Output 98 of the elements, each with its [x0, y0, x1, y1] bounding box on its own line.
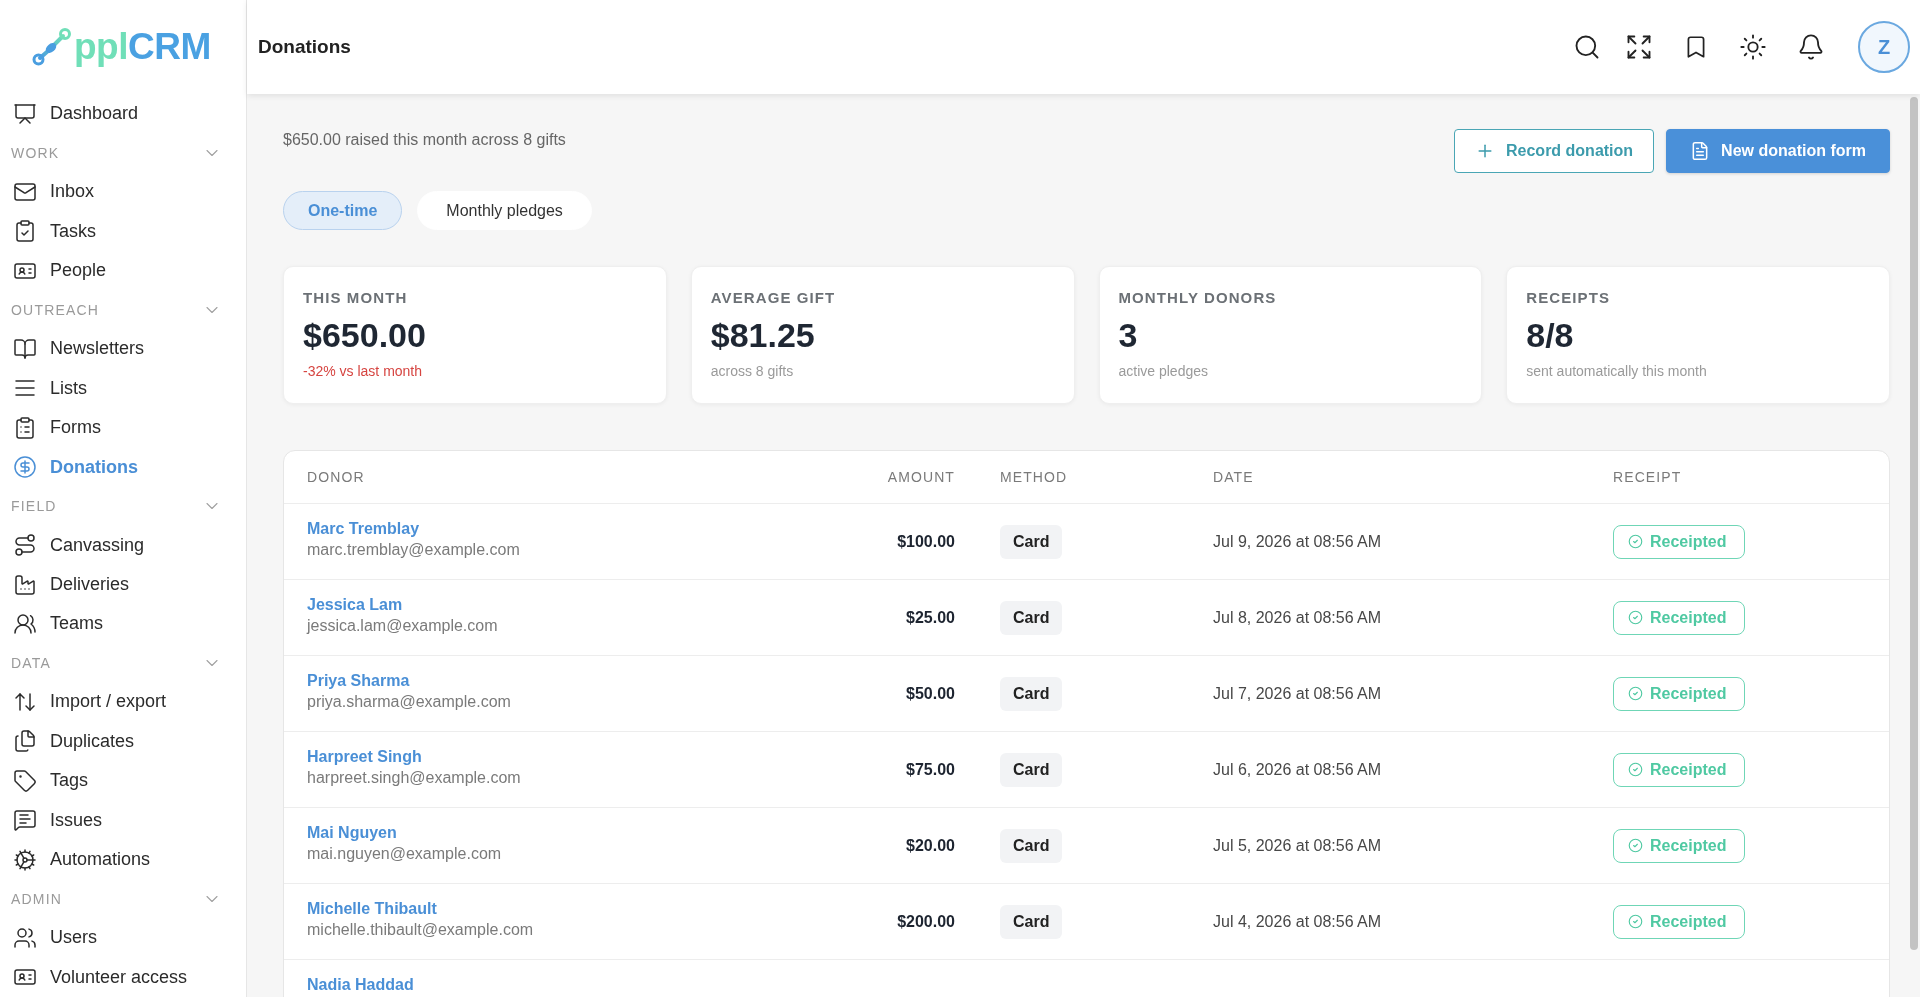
- bell-icon[interactable]: [1797, 33, 1825, 61]
- stat-label: RECEIPTS: [1526, 289, 1611, 307]
- nav-item[interactable]: Issues: [0, 800, 246, 841]
- search-icon[interactable]: [1573, 33, 1601, 61]
- stat-label: AVERAGE GIFT: [710, 289, 836, 307]
- expand-icon[interactable]: [1625, 33, 1653, 61]
- receipt-status: Receipted: [1650, 608, 1727, 627]
- nav-item[interactable]: Lists: [0, 368, 246, 408]
- nav-item[interactable]: People: [0, 250, 246, 291]
- stat-note: active pledges: [1118, 362, 1208, 380]
- check-circle-icon: [1628, 686, 1643, 701]
- payment-method: Card: [1000, 524, 1063, 559]
- date-text: Jul 8, 2026 at 08:56 AM: [1213, 608, 1382, 626]
- clipboard-check-icon: [13, 219, 37, 244]
- clipboard-list-icon: [13, 415, 37, 440]
- receipt-status: Receipted: [1650, 760, 1727, 779]
- payment-method: Card: [1000, 828, 1063, 863]
- section-label: OUTREACH: [11, 301, 100, 318]
- nav-item[interactable]: Tasks: [0, 211, 246, 251]
- payment-method: Card: [1000, 904, 1063, 939]
- amount-text: $200.00: [897, 912, 955, 931]
- nav-item[interactable]: Forms: [0, 407, 246, 448]
- people-icon: [13, 925, 37, 950]
- stat-note: -32% vs last month: [303, 362, 423, 380]
- donor-email: priya.sharma@example.com: [307, 692, 511, 712]
- date-text: Jul 7, 2026 at 08:56 AM: [1213, 684, 1382, 702]
- donor-email: marc.tremblay@example.com: [307, 540, 520, 560]
- amount-text: $20.00: [906, 836, 955, 855]
- receipt-status: Receipted: [1650, 684, 1727, 703]
- stat-value: 8/8: [1526, 316, 1574, 354]
- donor-email: michelle.thibault@example.com: [307, 920, 534, 940]
- stat-value: $81.25: [710, 316, 815, 354]
- logo-icon: [32, 27, 72, 66]
- files-icon: [13, 729, 37, 754]
- check-circle-icon: [1628, 762, 1643, 777]
- tag-icon: [13, 768, 37, 793]
- nav-item[interactable]: Deliveries: [0, 564, 246, 605]
- column-header: AMOUNT: [887, 469, 955, 485]
- nav-item[interactable]: Tags: [0, 761, 246, 801]
- check-circle-icon: [1628, 610, 1643, 625]
- nav-item[interactable]: Volunteer access: [0, 957, 246, 997]
- factory-icon: [13, 572, 37, 597]
- stat-label: MONTHLY DONORS: [1118, 289, 1277, 307]
- page-title: Donations: [258, 36, 351, 58]
- nav-item[interactable]: Duplicates: [0, 721, 246, 762]
- nav-item[interactable]: Import / export: [0, 682, 246, 722]
- nav-item[interactable]: Canvassing: [0, 525, 246, 565]
- amount-text: $100.00: [897, 532, 955, 551]
- stat-note: sent automatically this month: [1526, 362, 1707, 380]
- section-label: WORK: [11, 144, 60, 161]
- nav-item[interactable]: Users: [0, 918, 246, 958]
- nav-item[interactable]: Dashboard: [0, 93, 246, 134]
- check-circle-icon: [1628, 534, 1643, 549]
- tab[interactable]: Monthly pledges: [417, 191, 592, 230]
- section-label: DATA: [11, 654, 52, 671]
- stat-value: 3: [1118, 316, 1138, 354]
- check-circle-icon: [1628, 838, 1643, 853]
- amount-text: $25.00: [906, 608, 955, 627]
- nav-item[interactable]: Automations: [0, 840, 246, 880]
- section-label: ADMIN: [11, 890, 63, 907]
- stat-value: $650.00: [303, 316, 426, 354]
- gear-icon: [13, 847, 37, 872]
- scrollbar-thumb[interactable]: [1910, 97, 1918, 950]
- stat-label: THIS MONTH: [303, 289, 408, 307]
- message-icon: [13, 808, 37, 833]
- payment-method: Card: [1000, 676, 1063, 711]
- column-header: DATE: [1213, 469, 1254, 485]
- column-header: RECEIPT: [1613, 469, 1682, 485]
- section-label: FIELD: [11, 498, 57, 515]
- receipt-status: Receipted: [1650, 836, 1727, 855]
- column-header: DONOR: [307, 469, 365, 485]
- receipt-status: Receipted: [1650, 912, 1727, 931]
- easel-icon: [13, 101, 37, 126]
- nav-item[interactable]: Newsletters: [0, 328, 246, 369]
- route-icon: [13, 533, 37, 557]
- people-group-icon: [13, 612, 37, 636]
- check-circle-icon: [1628, 914, 1643, 929]
- amount-text: $75.00: [906, 760, 955, 779]
- payment-method: Card: [1000, 752, 1063, 787]
- donor-email: jessica.lam@example.com: [307, 616, 498, 636]
- nav-item[interactable]: Teams: [0, 604, 246, 644]
- donor-email: mai.nguyen@example.com: [307, 844, 502, 864]
- date-text: Jul 4, 2026 at 08:56 AM: [1213, 912, 1382, 930]
- logo-text: pplCRM: [74, 28, 211, 66]
- donor-email: harpreet.singh@example.com: [307, 768, 521, 788]
- open-book-icon: [13, 336, 37, 361]
- payment-method: Card: [1000, 600, 1063, 635]
- dollar-circle-icon: [13, 455, 37, 480]
- date-text: Jul 6, 2026 at 08:56 AM: [1213, 760, 1382, 778]
- nav-item[interactable]: Inbox: [0, 171, 246, 212]
- receipt-status: Receipted: [1650, 532, 1727, 551]
- sun-icon[interactable]: [1739, 33, 1767, 61]
- column-header: METHOD: [1000, 469, 1068, 485]
- amount-text: $50.00: [906, 684, 955, 703]
- date-text: Jul 5, 2026 at 08:56 AM: [1213, 836, 1382, 854]
- date-text: Jul 9, 2026 at 08:56 AM: [1213, 532, 1382, 550]
- stat-note: across 8 gifts: [710, 362, 794, 380]
- summary-text: $650.00 raised this month across 8 gifts: [283, 131, 566, 149]
